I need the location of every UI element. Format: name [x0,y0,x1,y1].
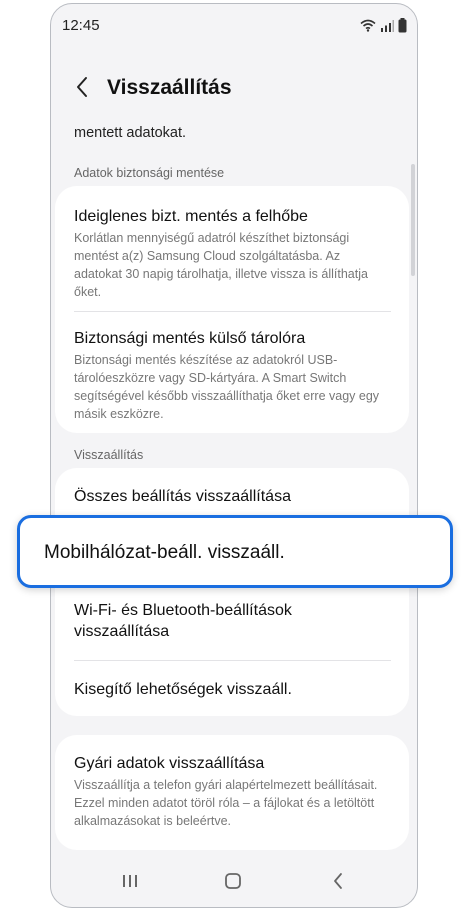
item-desc: Visszaállítja a telefon gyári alapértelm… [74,778,378,828]
item-title: Mobilhálózat-beáll. visszaáll. [44,542,285,563]
item-title: Ideiglenes bizt. mentés a felhőbe [74,208,308,225]
list-item-reset-mobile-network[interactable]: Mobilhálózat-beáll. visszaáll. [17,515,453,588]
item-title: Wi-Fi- és Bluetooth-beállítások visszaál… [74,602,292,640]
nav-back-icon [334,873,342,889]
partial-text: mentett adatokat. [74,125,187,141]
list-item-reset-all[interactable]: Összes beállítás visszaállítása [74,486,391,507]
scroll-handle[interactable] [411,164,415,276]
signal-icon [380,19,394,37]
item-title: Gyári adatok visszaállítása [74,755,265,772]
divider [74,311,391,312]
status-time: 12:45 [62,17,100,34]
battery-icon [398,18,407,38]
list-item-factory-reset[interactable]: Gyári adatok visszaállítása Visszaállítj… [74,753,391,830]
list-item-cloud-backup[interactable]: Ideiglenes bizt. mentés a felhőbe Korlát… [74,206,391,301]
chevron-left-icon [77,77,87,97]
divider [74,660,391,661]
item-title: Biztonsági mentés külső tárolóra [74,330,306,347]
page-title: Visszaállítás [107,76,232,99]
reset-card: Összes beállítás visszaállítása Wi-Fi- é… [55,468,409,716]
home-button[interactable] [218,869,248,893]
list-item-external-backup[interactable]: Biztonsági mentés külső tárolóra Biztons… [74,328,391,423]
wifi-icon [360,19,376,37]
section-label-backup: Adatok biztonsági mentése [74,166,225,180]
phone-screen: 12:45 Visszaállítás mentett adatokat. Ad… [50,3,418,908]
recents-button[interactable] [115,869,145,893]
item-desc: Biztonsági mentés készítése az adatokról… [74,353,380,421]
item-title: Kisegítő lehetőségek visszaáll. [74,681,292,698]
home-icon [225,873,241,889]
nav-back-button[interactable] [323,869,353,893]
item-desc: Korlátlan mennyiségű adatról készíthet b… [74,231,368,299]
app-header: Visszaállítás [51,64,417,114]
recents-icon [123,875,137,887]
navigation-bar [51,857,417,907]
list-item-reset-wifi-bt[interactable]: Wi-Fi- és Bluetooth-beállítások visszaál… [74,600,391,642]
backup-card: Ideiglenes bizt. mentés a felhőbe Korlát… [55,186,409,433]
status-icons [360,18,407,38]
factory-card: Gyári adatok visszaállítása Visszaállítj… [55,735,409,850]
status-bar: 12:45 [51,4,417,44]
section-label-reset: Visszaállítás [74,448,144,462]
item-title: Összes beállítás visszaállítása [74,488,291,505]
list-item-reset-accessibility[interactable]: Kisegítő lehetőségek visszaáll. [74,679,391,700]
back-button[interactable] [69,74,95,100]
